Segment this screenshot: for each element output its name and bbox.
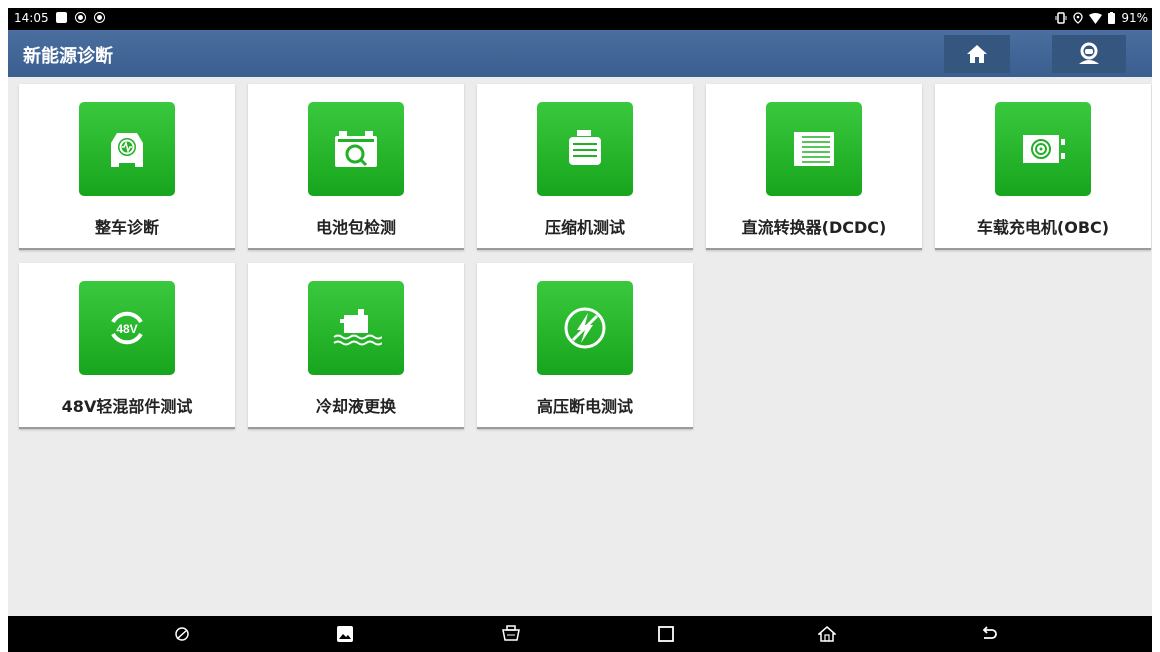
tile-label: 冷却液更换 xyxy=(315,397,396,416)
tile-label: 车载充电机(OBC) xyxy=(976,218,1110,237)
vci-button[interactable] xyxy=(500,623,522,645)
app-notification-icon xyxy=(75,12,86,23)
coolant-icon xyxy=(308,281,404,375)
tile-battery-pack[interactable]: 电池包检测 xyxy=(248,84,464,250)
tile-label: 高压断电测试 xyxy=(536,397,633,416)
orbit-icon xyxy=(175,627,189,641)
square-icon xyxy=(658,626,674,642)
tile-label: 电池包检测 xyxy=(315,218,396,237)
browser-button[interactable] xyxy=(171,623,193,645)
tile-dcdc-converter[interactable]: 直流转换器(DCDC) xyxy=(706,84,922,250)
home-outline-icon xyxy=(818,626,836,642)
battery-icon xyxy=(1108,12,1116,24)
page-title: 新能源诊断 xyxy=(23,46,113,67)
tile-vehicle-diagnosis[interactable]: 整车诊断 xyxy=(19,84,235,250)
app-header: 新能源诊断 xyxy=(8,30,1152,77)
tile-onboard-charger[interactable]: 车载充电机(OBC) xyxy=(935,84,1151,250)
tile-compressor[interactable]: 压缩机测试 xyxy=(477,84,693,250)
compressor-icon xyxy=(537,102,633,196)
status-bar: 14:05 91% xyxy=(8,8,1152,30)
home-icon xyxy=(967,45,987,63)
recent-apps-button[interactable] xyxy=(655,623,677,645)
back-button[interactable] xyxy=(978,623,1000,645)
tile-label: 48V轻混部件测试 xyxy=(61,397,193,416)
tile-label: 直流转换器(DCDC) xyxy=(741,218,887,237)
system-nav-bar xyxy=(8,616,1152,652)
home-button[interactable] xyxy=(944,35,1010,73)
vibrate-icon xyxy=(1055,12,1067,24)
support-icon xyxy=(1079,42,1099,64)
dcdc-converter-icon xyxy=(766,102,862,196)
48v-icon-text: 48V xyxy=(116,322,137,336)
image-icon xyxy=(337,626,353,642)
battery-pack-icon xyxy=(308,102,404,196)
vci-connector-icon xyxy=(502,625,520,641)
onboard-charger-icon xyxy=(995,102,1091,196)
system-home-button[interactable] xyxy=(816,623,838,645)
48v-mild-hybrid-icon: 48V xyxy=(79,281,175,375)
gallery-button[interactable] xyxy=(334,623,356,645)
battery-level: 91% xyxy=(1121,11,1148,25)
car-diagnosis-icon xyxy=(79,102,175,196)
tile-label: 压缩机测试 xyxy=(544,218,625,237)
wifi-icon xyxy=(1089,12,1103,24)
tile-high-voltage-off[interactable]: 高压断电测试 xyxy=(477,263,693,429)
image-notification-icon xyxy=(56,12,67,23)
tile-label: 整车诊断 xyxy=(94,218,159,237)
tile-coolant-replacement[interactable]: 冷却液更换 xyxy=(248,263,464,429)
support-button[interactable] xyxy=(1052,35,1126,73)
status-time: 14:05 xyxy=(14,11,49,25)
app-notification-icon xyxy=(94,12,105,23)
back-arrow-icon xyxy=(982,626,997,639)
app-screen: 14:05 91% 新能源诊断 整车诊断 电池包检测 压缩机测试 直流转换器(D… xyxy=(8,8,1152,652)
tile-48v-mild-hybrid[interactable]: 48V 48V轻混部件测试 xyxy=(19,263,235,429)
high-voltage-off-icon xyxy=(537,281,633,375)
location-icon xyxy=(1073,12,1083,24)
